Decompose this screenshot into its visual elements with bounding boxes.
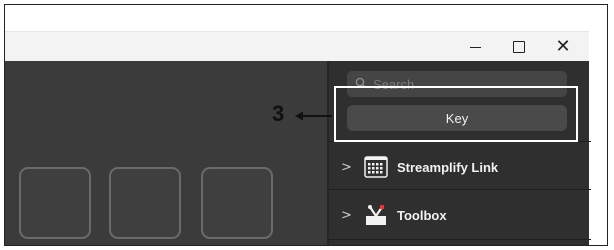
keypad-icon <box>363 154 389 180</box>
minimize-button[interactable] <box>453 32 497 62</box>
window-titlebar: ✕ <box>5 31 589 62</box>
annotation-number: 3 <box>272 101 285 126</box>
divider <box>329 239 591 240</box>
key-canvas <box>5 61 327 245</box>
plugin-item-toolbox[interactable]: > Toolbox <box>329 193 591 237</box>
key-slot[interactable] <box>201 167 273 239</box>
plugin-item-streamplify-link[interactable]: > Streamplify Link <box>329 145 591 189</box>
close-button[interactable]: ✕ <box>541 32 585 62</box>
toolbox-icon <box>363 202 389 228</box>
divider <box>329 189 591 190</box>
maximize-icon <box>513 41 525 53</box>
maximize-button[interactable] <box>497 32 541 62</box>
chevron-right-icon[interactable]: > <box>341 208 355 223</box>
plugin-label: Toolbox <box>397 207 447 223</box>
chevron-right-icon[interactable]: > <box>341 160 355 175</box>
key-slot[interactable] <box>19 167 91 239</box>
close-icon: ✕ <box>555 36 571 57</box>
annotation-highlight-box <box>334 86 578 142</box>
minimize-icon <box>469 46 481 48</box>
key-slot[interactable] <box>109 167 181 239</box>
annotation-arrow-icon <box>295 111 332 121</box>
plugin-label: Streamplify Link <box>397 159 499 175</box>
